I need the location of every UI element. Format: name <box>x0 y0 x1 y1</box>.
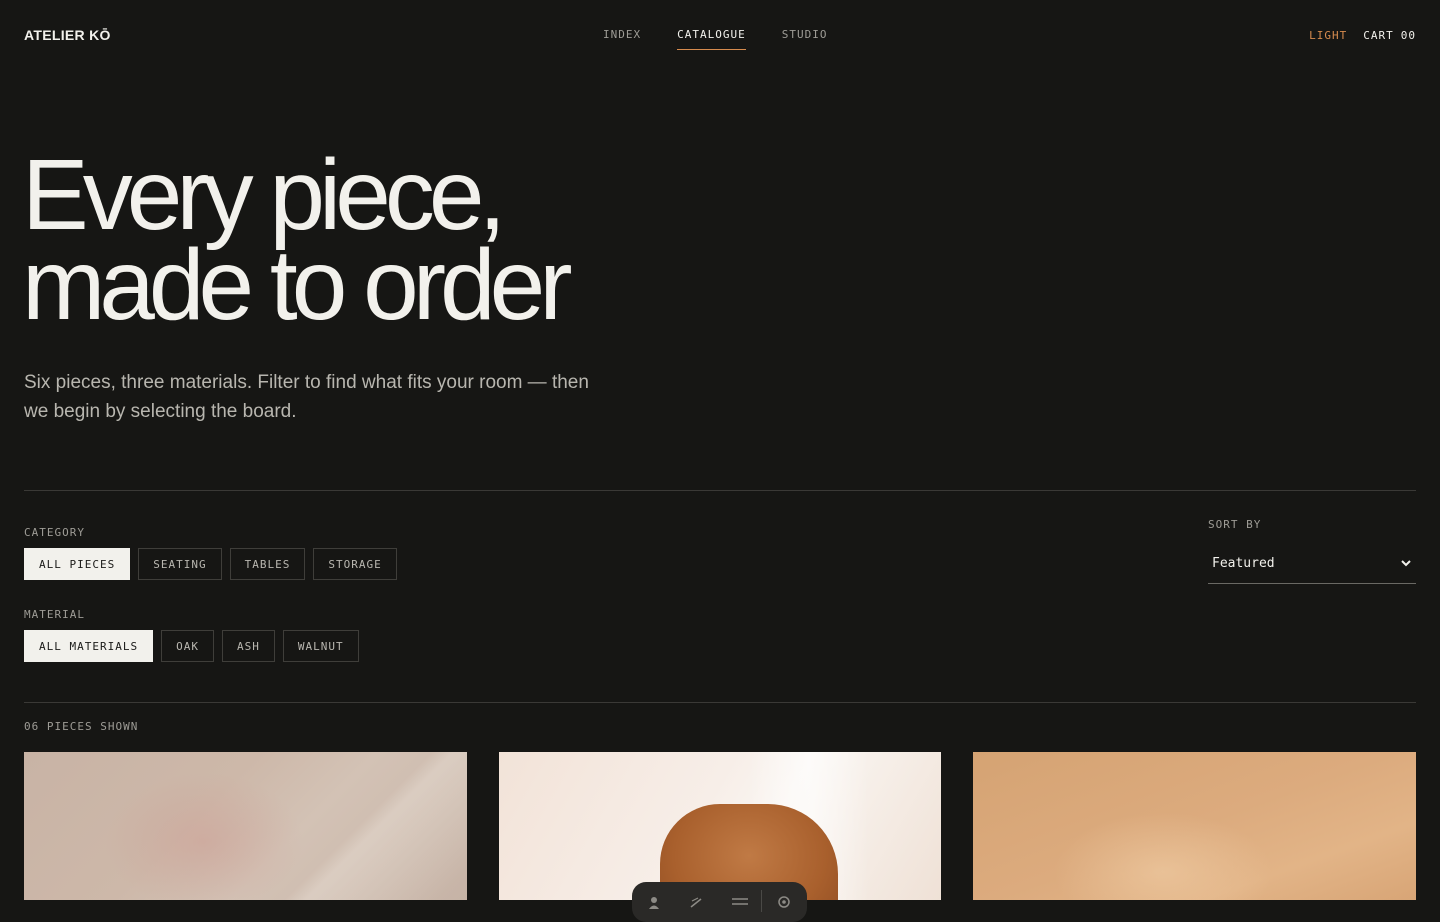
hero-title: Every piece, made to order <box>22 139 573 341</box>
filter-chip-oak[interactable]: OAK <box>161 630 214 662</box>
brush-icon[interactable] <box>675 890 718 914</box>
filter-chip-seating[interactable]: SEATING <box>138 548 222 580</box>
chevron-down-icon <box>1400 554 1412 573</box>
hero-title-line-2: made to order <box>22 229 573 341</box>
category-filter-label: CATEGORY <box>24 526 85 539</box>
gear-icon[interactable] <box>762 890 805 914</box>
hero-subtitle: Six pieces, three materials. Filter to f… <box>24 372 589 422</box>
sort-selected-value: Featured <box>1212 556 1275 571</box>
menu-icon[interactable] <box>718 890 761 914</box>
filter-chip-tables[interactable]: TABLES <box>229 548 306 580</box>
divider <box>24 490 1416 491</box>
cart-button[interactable]: CART 00 <box>1363 29 1416 42</box>
material-filter-label: MATERIAL <box>24 608 85 621</box>
theme-toggle-button[interactable]: LIGHT <box>1309 29 1347 42</box>
header-actions: LIGHT CART 00 <box>1309 29 1416 42</box>
sort-label: SORT BY <box>1208 518 1262 531</box>
hero-title-line-1: Every piece, <box>22 139 506 251</box>
product-card-image[interactable] <box>973 752 1416 900</box>
sort-select[interactable]: Featured <box>1208 544 1416 584</box>
category-filter-group: ALL PIECES SEATING TABLES STORAGE <box>24 548 397 580</box>
cart-label: CART <box>1363 29 1394 42</box>
filter-chip-all-materials[interactable]: ALL MATERIALS <box>24 630 154 662</box>
divider <box>24 702 1416 703</box>
results-count: 06 PIECES SHOWN <box>24 720 139 733</box>
floating-toolbar <box>632 882 807 922</box>
filter-chip-ash[interactable]: ASH <box>221 630 275 662</box>
cart-count: 00 <box>1400 29 1416 42</box>
filter-chip-walnut[interactable]: WALNUT <box>282 630 359 662</box>
material-filter-group: ALL MATERIALS OAK ASH WALNUT <box>24 630 359 662</box>
person-icon[interactable] <box>632 890 675 914</box>
product-card-image[interactable] <box>499 752 941 900</box>
filter-chip-all-pieces[interactable]: ALL PIECES <box>24 548 131 580</box>
nav-item-catalogue[interactable]: CATALOGUE <box>677 28 746 50</box>
brand-logo[interactable]: ATELIER KŌ <box>24 27 111 43</box>
nav-item-index[interactable]: INDEX <box>603 28 641 50</box>
site-header: ATELIER KŌ INDEX CATALOGUE STUDIO LIGHT … <box>0 0 1440 72</box>
nav-item-studio[interactable]: STUDIO <box>782 28 828 50</box>
main-nav: INDEX CATALOGUE STUDIO <box>603 28 827 50</box>
product-card-image[interactable] <box>24 752 467 900</box>
filter-chip-storage[interactable]: STORAGE <box>313 548 397 580</box>
